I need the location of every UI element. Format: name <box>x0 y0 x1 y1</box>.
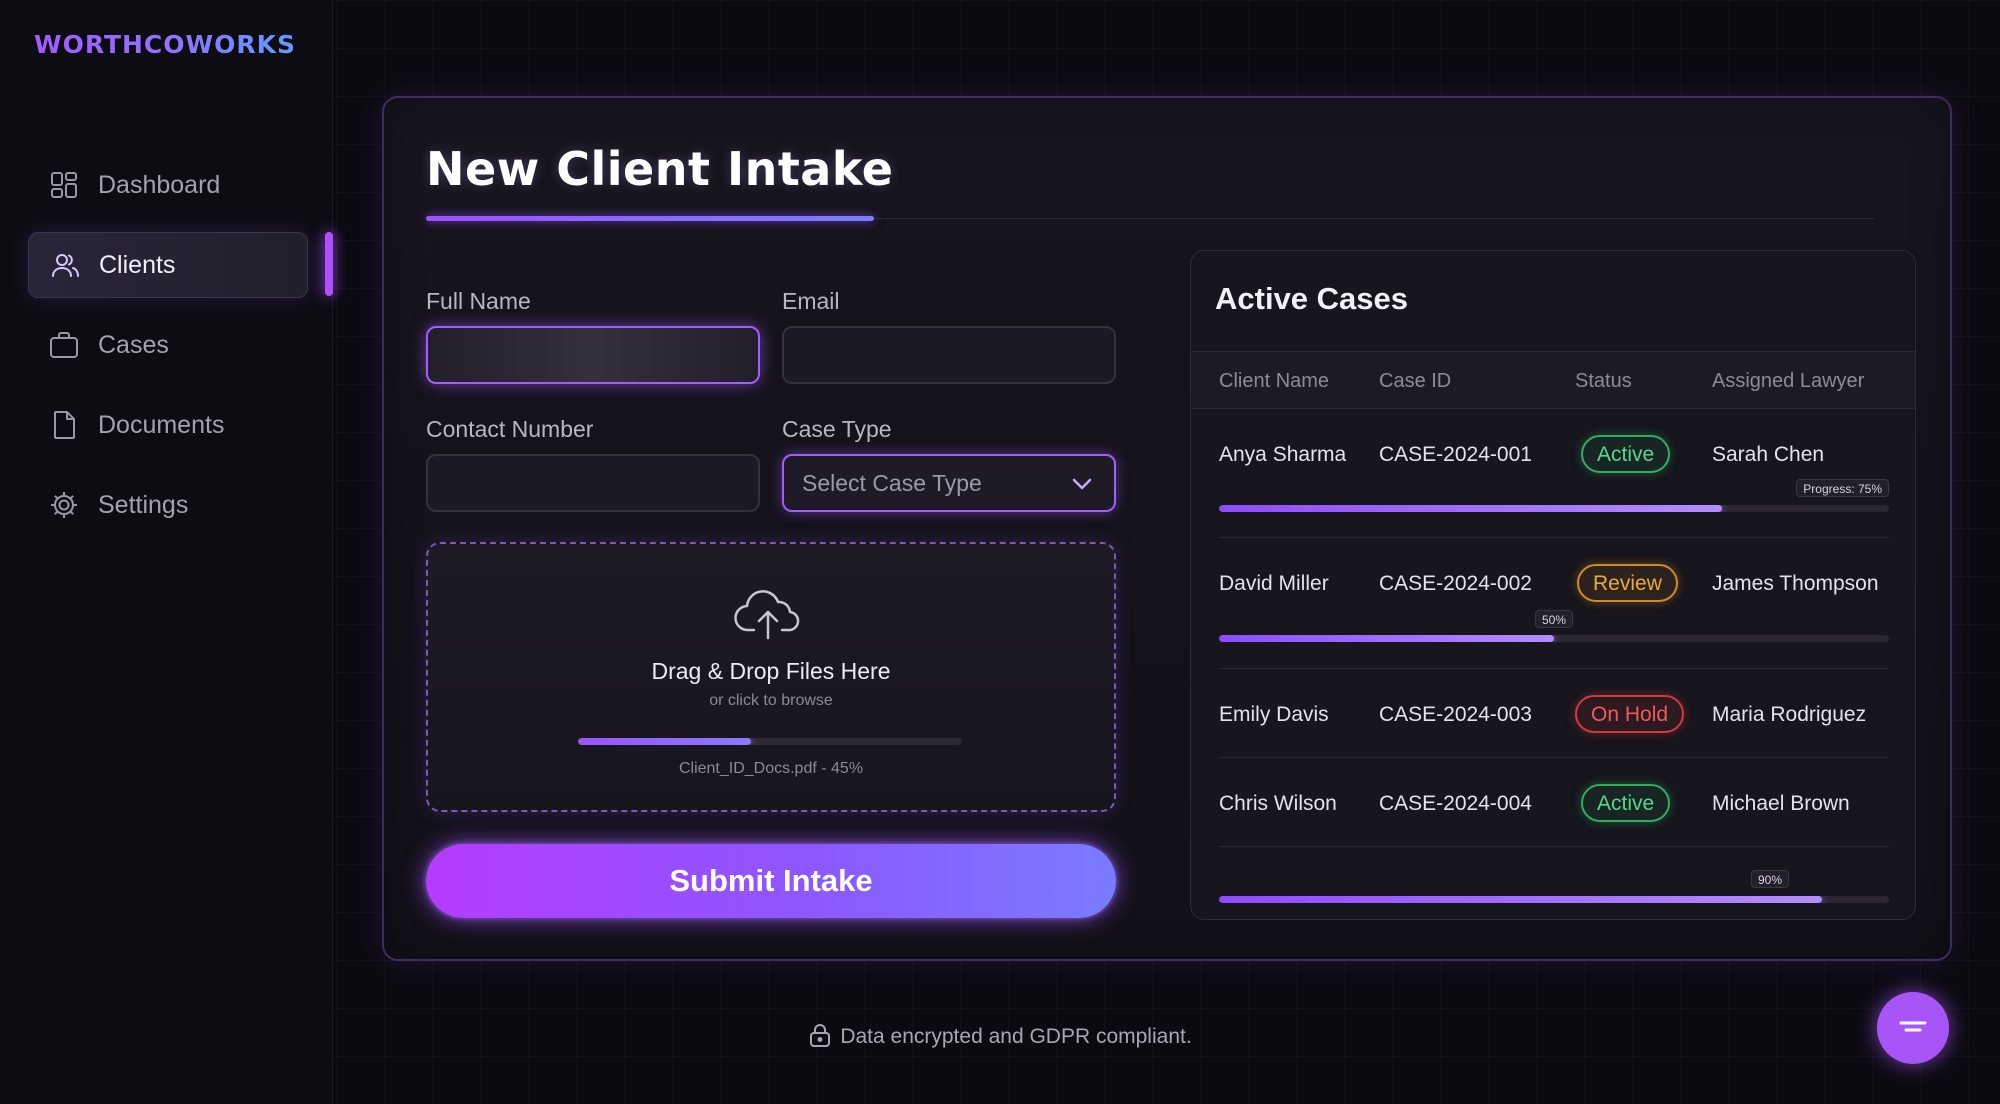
sidebar: WORTHCOWORKS Dashboard Clients Cases Doc… <box>0 0 333 1104</box>
case-type-select[interactable]: Select Case Type <box>782 454 1116 512</box>
title-underline <box>426 216 874 221</box>
sidebar-item-label: Dashboard <box>98 170 221 199</box>
intake-panel: New Client Intake Full Name Email Contac… <box>382 96 1952 961</box>
case-progress-fill <box>1219 896 1822 903</box>
case-progress-track <box>1219 505 1889 512</box>
sidebar-item-documents[interactable]: Documents <box>28 392 308 458</box>
progress-tag: 90% <box>1751 870 1790 888</box>
column-header-status[interactable]: Status <box>1575 370 1632 393</box>
cases-table-header: Client Name Case ID Status Assigned Lawy… <box>1191 351 1915 409</box>
row-divider <box>1219 846 1889 847</box>
status-badge: On Hold <box>1575 695 1685 733</box>
case-progress-track <box>1219 635 1889 642</box>
active-cases-title: Active Cases <box>1215 281 1409 316</box>
sidebar-item-settings[interactable]: Settings <box>28 472 308 538</box>
document-icon <box>54 411 75 439</box>
case-id-cell: CASE-2024-003 <box>1379 703 1532 726</box>
lock-icon <box>810 1024 831 1047</box>
case-progress-track <box>1219 896 1889 903</box>
security-note: Data encrypted and GDPR compliant. <box>0 1022 2000 1049</box>
lawyer-cell: Sarah Chen <box>1712 443 1825 466</box>
chat-support-button[interactable] <box>1877 992 1949 1064</box>
dropzone-subtitle: or click to browse <box>709 692 833 709</box>
full-name-input[interactable] <box>426 326 760 384</box>
users-icon <box>52 254 79 277</box>
lawyer-cell: Maria Rodriguez <box>1712 703 1867 726</box>
brand-logo: WORTHCOWORKS <box>34 30 296 59</box>
lawyer-cell: Michael Brown <box>1712 792 1850 815</box>
sidebar-item-label: Cases <box>98 330 169 359</box>
column-header-case-id[interactable]: Case ID <box>1379 370 1451 393</box>
chevron-down-icon <box>1072 478 1092 490</box>
case-progress-fill <box>1219 505 1722 512</box>
column-header-assigned-lawyer[interactable]: Assigned Lawyer <box>1712 370 1864 393</box>
column-header-client-name[interactable]: Client Name <box>1219 370 1329 393</box>
progress-tag: Progress: 75% <box>1796 479 1889 497</box>
case-id-cell: CASE-2024-001 <box>1379 443 1532 466</box>
page-title: New Client Intake <box>426 142 894 196</box>
status-badge: Active <box>1581 784 1671 822</box>
cloud-upload-icon <box>734 590 800 640</box>
sidebar-item-label: Settings <box>98 490 189 519</box>
progress-tag: 50% <box>1535 610 1574 628</box>
sidebar-item-clients[interactable]: Clients <box>28 232 308 298</box>
table-row[interactable]: David Miller CASE-2024-002 Review James … <box>1191 538 1915 668</box>
active-cases-card: Active Cases Client Name Case ID Status … <box>1190 250 1916 920</box>
case-type-label: Case Type <box>782 416 892 442</box>
sidebar-item-label: Clients <box>99 250 176 279</box>
contact-number-input[interactable] <box>426 454 760 512</box>
client-name-cell: David Miller <box>1219 572 1329 595</box>
briefcase-icon <box>50 332 78 358</box>
email-input[interactable] <box>782 326 1116 384</box>
sidebar-item-label: Documents <box>98 410 225 439</box>
email-label: Email <box>782 288 840 314</box>
client-name-cell: Chris Wilson <box>1219 792 1337 815</box>
dashboard-grid-icon <box>51 172 77 198</box>
case-type-placeholder: Select Case Type <box>802 469 982 496</box>
case-progress-fill <box>1219 635 1554 642</box>
status-badge: Review <box>1577 564 1678 602</box>
status-badge: Active <box>1581 435 1671 473</box>
table-row[interactable]: Chris Wilson CASE-2024-004 Active Michae… <box>1191 758 1915 919</box>
security-note-text: Data encrypted and GDPR compliant. <box>840 1025 1192 1048</box>
case-id-cell: CASE-2024-004 <box>1379 792 1532 815</box>
table-row[interactable]: Emily Davis CASE-2024-003 On Hold Maria … <box>1191 669 1915 757</box>
lawyer-cell: James Thompson <box>1712 572 1879 595</box>
upload-progress-fill <box>578 738 751 745</box>
sidebar-nav: Dashboard Clients Cases Documents Settin… <box>28 171 308 552</box>
filter-lines-icon <box>1899 1021 1927 1032</box>
client-name-cell: Anya Sharma <box>1219 443 1347 466</box>
app-root: WORTHCOWORKS Dashboard Clients Cases Doc… <box>0 0 2000 1104</box>
table-row[interactable]: Anya Sharma CASE-2024-001 Active Sarah C… <box>1191 409 1915 537</box>
sidebar-item-dashboard[interactable]: Dashboard <box>28 152 308 218</box>
upload-file-status: Client_ID_Docs.pdf - 45% <box>678 760 864 777</box>
dropzone-title: Drag & Drop Files Here <box>651 658 891 684</box>
active-nav-indicator <box>325 232 333 296</box>
upload-progress-track <box>578 738 962 745</box>
gear-icon <box>51 492 77 518</box>
client-name-cell: Emily Davis <box>1219 703 1329 726</box>
submit-intake-button[interactable]: Submit Intake <box>426 844 1116 918</box>
case-id-cell: CASE-2024-002 <box>1379 572 1532 595</box>
full-name-label: Full Name <box>426 288 531 314</box>
contact-number-label: Contact Number <box>426 416 594 442</box>
sidebar-item-cases[interactable]: Cases <box>28 312 308 378</box>
file-dropzone[interactable]: Drag & Drop Files Here or click to brows… <box>426 542 1116 812</box>
